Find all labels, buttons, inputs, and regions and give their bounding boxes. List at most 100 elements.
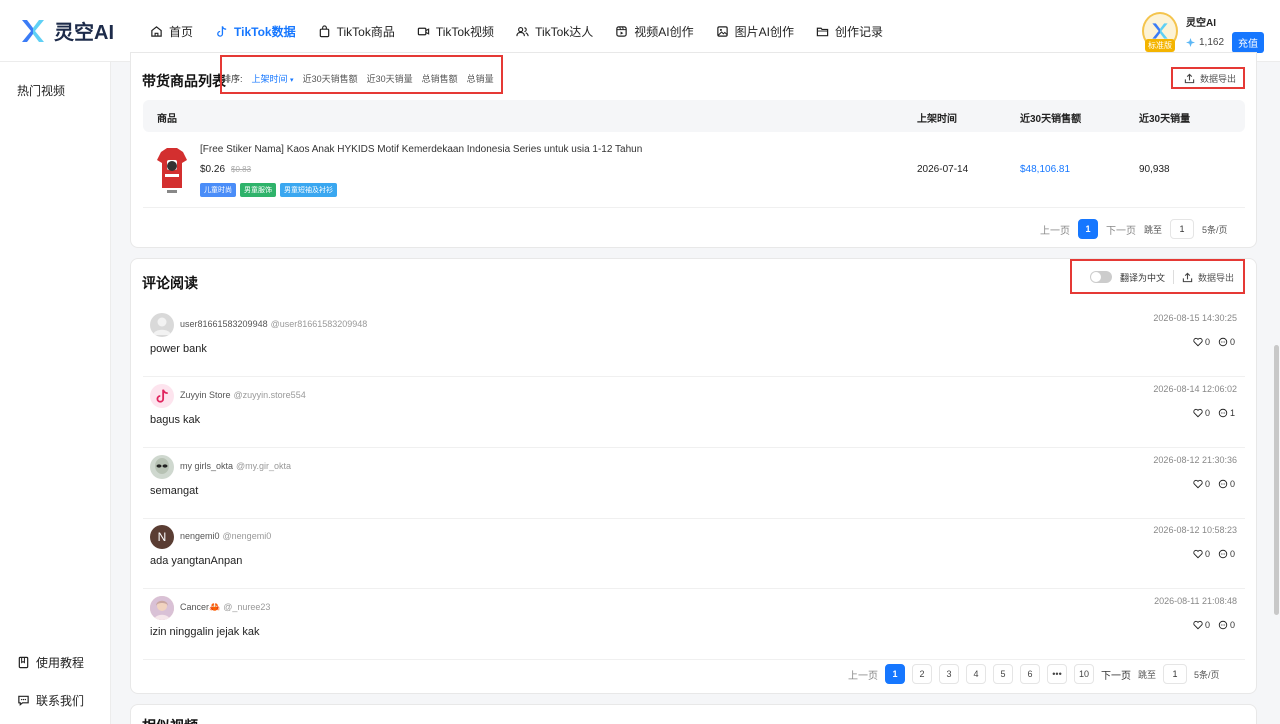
comment-bubble-icon [1218,479,1228,489]
avatar[interactable]: N [150,525,174,549]
chat-icon [18,695,29,706]
avatar[interactable] [150,596,174,620]
logo[interactable]: 灵空AI [20,16,114,45]
nav-label: TikTok达人 [535,24,594,39]
avatar[interactable] [150,384,174,408]
products-table-header: 商品 上架时间 近30天销售额 近30天销量 [143,100,1245,132]
comment-user[interactable]: user81661583209948 @user81661583209948 [180,319,367,329]
sidebar-item-tutorial[interactable]: 使用教程 [17,654,84,671]
avatar[interactable] [150,313,174,337]
comment-bubble-icon [1218,337,1228,347]
video-icon [417,27,429,35]
page-button[interactable]: 2 [912,664,932,684]
points-row: 1,162 充值 [1186,32,1265,53]
nav-creation-history[interactable]: 创作记录 [816,23,883,40]
nav-tiktok-creators[interactable]: TikTok达人 [516,23,593,40]
sidebar-item-label: 使用教程 [36,656,85,670]
prev-page-button[interactable]: 上一页 [848,667,878,682]
comment-item: N nengemi0 @nengemi0 ada yangtanAnpan 202… [143,518,1245,589]
highlight-box [1171,67,1245,89]
sales-30d: $48,106.81 [1020,164,1071,175]
page-button[interactable]: 5 [993,664,1013,684]
home-icon [151,25,162,37]
tiktok-icon [217,25,227,37]
avatar[interactable]: 标准版 [1142,12,1178,52]
user-panel[interactable]: 标准版 灵空AI 1,162 充值 [1142,12,1265,53]
product-name[interactable]: [Free Stiker Nama] Kaos Anak HYKIDS Moti… [200,144,642,155]
comment-item: Cancer🦀 @_nuree23 izin ninggalin jejak ka… [143,589,1245,660]
comment-user[interactable]: Zuyyin Store @zuyyin.store554 [180,390,306,400]
category-tag: 儿童时尚 [200,183,236,197]
page-button[interactable]: 1 [885,664,905,684]
jump-input[interactable]: 1 [1170,219,1195,239]
nav-label: TikTok数据 [234,24,296,39]
scrollbar-thumb[interactable] [1274,345,1279,615]
page-button[interactable]: 4 [966,664,986,684]
bag-icon [319,24,329,37]
avatar[interactable] [150,455,174,479]
plan-badge: 标准版 [1145,39,1175,52]
column-header[interactable]: 上架时间 [917,110,957,125]
column-header: 商品 [157,114,177,125]
sidebar-item-label: 联系我们 [36,694,85,708]
product-price: $0.26 $0.83 [200,164,252,175]
likes: 0 [1193,549,1210,559]
next-page-button[interactable]: 下一页 [1101,667,1131,682]
volume-30d: 90,938 [1139,164,1170,175]
comment-bubble-icon [1218,549,1228,559]
page-button[interactable]: 10 [1074,664,1094,684]
highlight-box [220,55,503,94]
sidebar-item-contact[interactable]: 联系我们 [17,692,84,709]
next-page-button[interactable]: 下一页 [1106,222,1136,237]
prev-page-button[interactable]: 上一页 [1040,222,1070,237]
jump-input[interactable]: 1 [1163,664,1188,684]
nav-image-ai[interactable]: 图片AI创作 [716,23,794,40]
comment-time: 2026-08-15 14:30:25 [1153,313,1237,323]
page-button[interactable]: 3 [939,664,959,684]
comment-text: bagus kak [150,414,201,426]
comments-pagination: 上一页 1 2 3 4 5 6 ••• 10 下一页 跳至 1 5条/页 [848,664,1220,684]
product-thumbnail[interactable] [155,144,189,194]
recharge-button[interactable]: 充值 [1232,32,1265,53]
jump-label: 跳至 [1138,669,1157,680]
replies: 0 [1218,337,1235,347]
photo-avatar-icon [150,596,174,620]
page-size-select[interactable]: 5条/页 [1202,223,1228,236]
column-header[interactable]: 近30天销售额 [1020,110,1081,125]
heart-icon [1193,479,1203,489]
comment-user[interactable]: Cancer🦀 @_nuree23 [180,602,270,613]
comment-item: my girls_okta @my.gir_okta semangat 2026-… [143,448,1245,519]
page-size-select[interactable]: 5条/页 [1194,668,1220,681]
comment-stats: 0 0 [1193,549,1235,559]
comment-user[interactable]: nengemi0 @nengemi0 [180,531,271,541]
nav-tiktok-products[interactable]: TikTok商品 [318,23,395,40]
nav-tiktok-videos[interactable]: TikTok视频 [417,23,494,40]
page-ellipsis[interactable]: ••• [1047,664,1067,684]
points-value: 1,162 [1199,37,1225,48]
book-icon [18,656,29,669]
column-header[interactable]: 近30天销量 [1139,110,1190,125]
comment-item: Zuyyin Store @zuyyin.store554 bagus kak 2… [143,377,1245,448]
tiktok-icon [156,389,168,403]
product-tags: 儿童时尚 男童服饰 男童短袖及衬衫 [200,183,337,197]
heart-icon [1193,620,1203,630]
comment-user[interactable]: my girls_okta @my.gir_okta [180,461,291,471]
replies: 1 [1218,408,1235,418]
nav-video-ai[interactable]: 视频AI创作 [615,23,694,40]
listed-date: 2026-07-14 [917,164,969,175]
comment-bubble-icon [1218,408,1228,418]
nav-label: 创作记录 [834,24,883,39]
page-button[interactable]: 6 [1020,664,1040,684]
page-button[interactable]: 1 [1078,219,1098,239]
nav-home[interactable]: 首页 [150,23,193,40]
sidebar-item-label: 热门视频 [17,84,66,98]
table-row[interactable]: [Free Stiker Nama] Kaos Anak HYKIDS Moti… [143,134,1245,208]
replies: 0 [1218,620,1235,630]
likes: 0 [1193,408,1210,418]
logo-icon [1152,23,1168,39]
sidebar-item-hot-videos[interactable]: 热门视频 [17,82,65,99]
image-icon [716,25,728,37]
comment-text: ada yangtanAnpan [150,555,243,567]
comment-stats: 0 1 [1193,408,1235,418]
nav-tiktok-data[interactable]: TikTok数据 [215,23,296,40]
